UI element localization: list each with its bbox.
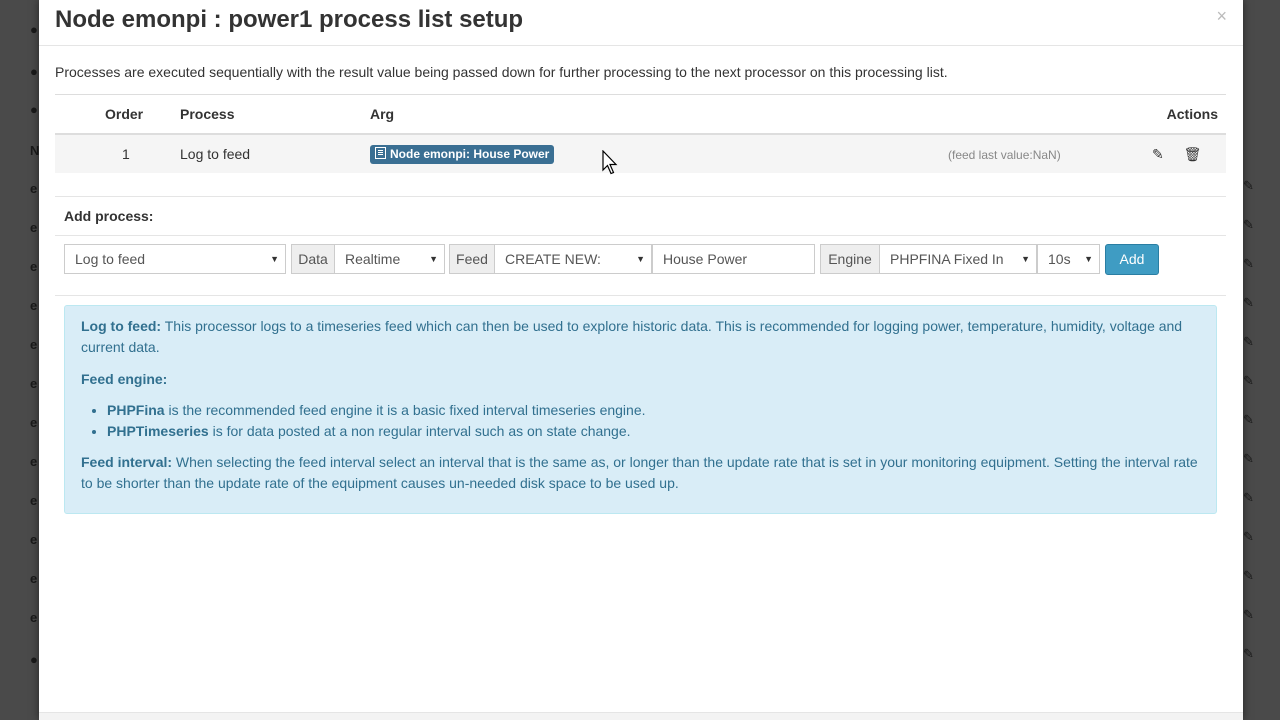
feed-last-value: (feed last value:NaN) [948,148,1061,162]
info-interval-title: Feed interval: [81,454,173,470]
background-pencil-icon: ✎ [1243,217,1254,232]
row-process: Log to feed [180,133,370,173]
divider [55,196,1226,197]
table-row: 1 Log to feed Node emonpi: House Power (… [55,133,1226,173]
background-pencil-icon: ✎ [1243,607,1254,622]
table-header-row: Order Process Arg Actions [55,94,1226,135]
trash-icon[interactable]: 🗑 [1184,146,1202,163]
header-arg: Arg [370,94,948,135]
feed-name-input-value: House Power [663,251,748,267]
info-interval-text: When selecting the feed interval select … [81,454,1198,491]
modal-title: Node emonpi : power1 process list setup [55,6,524,33]
engine-select-value: PHPFINA Fixed In [890,251,1004,267]
row-actions: ✎ 🗑 [1118,133,1226,173]
info-engine-title-paragraph: Feed engine: [81,369,1200,390]
background-pencil-icon: ✎ [1243,295,1254,310]
header-process: Process [180,94,370,135]
row-order: 1 [105,133,180,173]
process-select-value: Log to feed [75,251,146,267]
list-icon [375,146,386,159]
background-pencil-icon: ✎ [1243,334,1254,349]
row-last-value: (feed last value:NaN) [948,133,1118,173]
engine-label: Engine [820,244,880,274]
process-list-modal: Node emonpi : power1 process list setup … [39,0,1243,720]
feed-badge-label: Node emonpi: House Power [390,146,550,161]
interval-select[interactable]: 10s ▼ [1037,244,1100,274]
caret-down-icon: ▼ [636,254,645,264]
background-pencil-icon: ✎ [1243,529,1254,544]
caret-down-icon: ▼ [270,254,279,264]
header-actions: Actions [1118,94,1226,135]
feed-select-value: CREATE NEW: [505,251,601,267]
caret-down-icon: ▼ [1021,254,1030,264]
divider [55,295,1226,296]
row-blank [55,133,105,173]
caret-down-icon: ▼ [429,254,438,264]
process-table: Order Process Arg Actions 1 Log to feed … [55,94,1226,173]
row-arg: Node emonpi: House Power [370,133,948,173]
intro-text: Processes are executed sequentially with… [55,64,948,80]
background-pencil-icon: ✎ [1243,412,1254,427]
background-pencil-icon: ✎ [1243,568,1254,583]
background-pencil-icon: ✎ [1243,646,1254,661]
header-blank [55,94,105,135]
info-engine-list: PHPFina is the recommended feed engine i… [81,400,1200,442]
feed-select[interactable]: CREATE NEW: ▼ [494,244,652,274]
engine-name: PHPTimeseries [107,423,209,439]
background-pencil-icon: ✎ [1243,178,1254,193]
divider [55,235,1226,236]
feed-badge[interactable]: Node emonpi: House Power [370,144,555,164]
caret-down-icon: ▼ [1084,254,1093,264]
pencil-icon[interactable]: ✎ [1152,146,1164,163]
header-order: Order [105,94,180,135]
background-pencil-icon: ✎ [1243,490,1254,505]
mouse-cursor-icon [602,150,618,175]
modal-header: Node emonpi : power1 process list setup … [39,0,1243,46]
engine-name: PHPFina [107,402,165,418]
interval-select-value: 10s [1048,251,1071,267]
data-type-select[interactable]: Realtime ▼ [334,244,445,274]
info-engine-title: Feed engine: [81,371,168,387]
background-pencil-icon: ✎ [1243,373,1254,388]
close-icon[interactable]: × [1216,6,1227,27]
info-log-paragraph: Log to feed: This processor logs to a ti… [81,316,1200,358]
feed-label: Feed [449,244,495,274]
info-interval-paragraph: Feed interval: When selecting the feed i… [81,452,1200,494]
header-last-value [948,94,1118,135]
background-pencil-icon: ✎ [1243,256,1254,271]
list-item: PHPTimeseries is for data posted at a no… [107,421,1200,442]
modal-footer [39,712,1243,720]
add-button[interactable]: Add [1105,244,1159,275]
data-type-select-value: Realtime [345,251,401,267]
engine-select[interactable]: PHPFINA Fixed In ▼ [879,244,1037,274]
add-process-title: Add process: [64,208,154,224]
background-pencil-icon: ✎ [1243,451,1254,466]
process-select[interactable]: Log to feed ▼ [64,244,286,274]
engine-text: is the recommended feed engine it is a b… [164,402,646,418]
list-item: PHPFina is the recommended feed engine i… [107,400,1200,421]
info-log-text: This processor logs to a timeseries feed… [81,318,1183,355]
feed-name-input[interactable]: House Power [652,244,815,274]
info-box: Log to feed: This processor logs to a ti… [64,305,1217,514]
engine-text: is for data posted at a non regular inte… [208,423,631,439]
info-log-title: Log to feed: [81,318,162,334]
data-label: Data [291,244,335,274]
